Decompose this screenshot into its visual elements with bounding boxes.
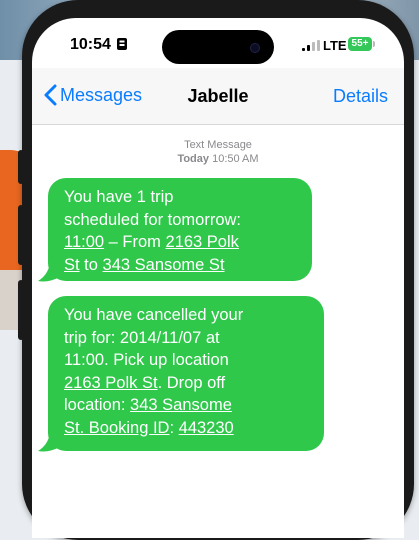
phone-volume-down — [18, 280, 24, 340]
bubble-tail — [38, 433, 60, 452]
message-bubble-1[interactable]: You have 1 trip scheduled for tomorrow: … — [48, 178, 312, 281]
status-time: 10:54 — [70, 36, 111, 53]
booking-id-link[interactable]: 443230 — [179, 419, 234, 437]
signal-strength-icon — [302, 40, 320, 51]
details-button[interactable]: Details — [333, 86, 388, 107]
phone-volume-up — [18, 205, 24, 265]
time-link[interactable]: 11:00 — [64, 233, 104, 251]
phone-screen: 10:54 LTE 55+ Messages Jabelle Details T… — [32, 18, 404, 538]
thread-meta: Text Message Today 10:50 AM — [32, 138, 404, 166]
dropoff-address-link[interactable]: 343 Sansome — [130, 396, 232, 414]
phone-mute-switch — [18, 150, 24, 184]
message-bubble-2[interactable]: You have cancelled your trip for: 2014/1… — [48, 296, 324, 451]
dynamic-island — [162, 30, 274, 64]
address-link-polk-cont[interactable]: St — [64, 256, 80, 274]
message-type: Text Message — [184, 139, 252, 151]
network-type: LTE — [323, 38, 347, 53]
pickup-address-link[interactable]: 2163 Polk St — [64, 374, 158, 392]
address-link-sansome[interactable]: 343 Sansome St — [103, 256, 225, 274]
message-timestamp: Today 10:50 AM — [177, 153, 259, 165]
address-link-polk[interactable]: 2163 Polk — [166, 233, 239, 251]
dropoff-address-link-cont[interactable]: St. Booking ID — [64, 419, 169, 437]
bubble-tail — [38, 263, 60, 282]
battery-tip — [373, 41, 375, 47]
camera-icon — [250, 43, 260, 53]
battery-indicator: 55+ — [348, 37, 372, 51]
navigation-bar: Messages Jabelle Details — [32, 68, 404, 125]
status-bar: 10:54 LTE 55+ — [32, 18, 404, 68]
focus-mode-icon — [117, 38, 127, 50]
